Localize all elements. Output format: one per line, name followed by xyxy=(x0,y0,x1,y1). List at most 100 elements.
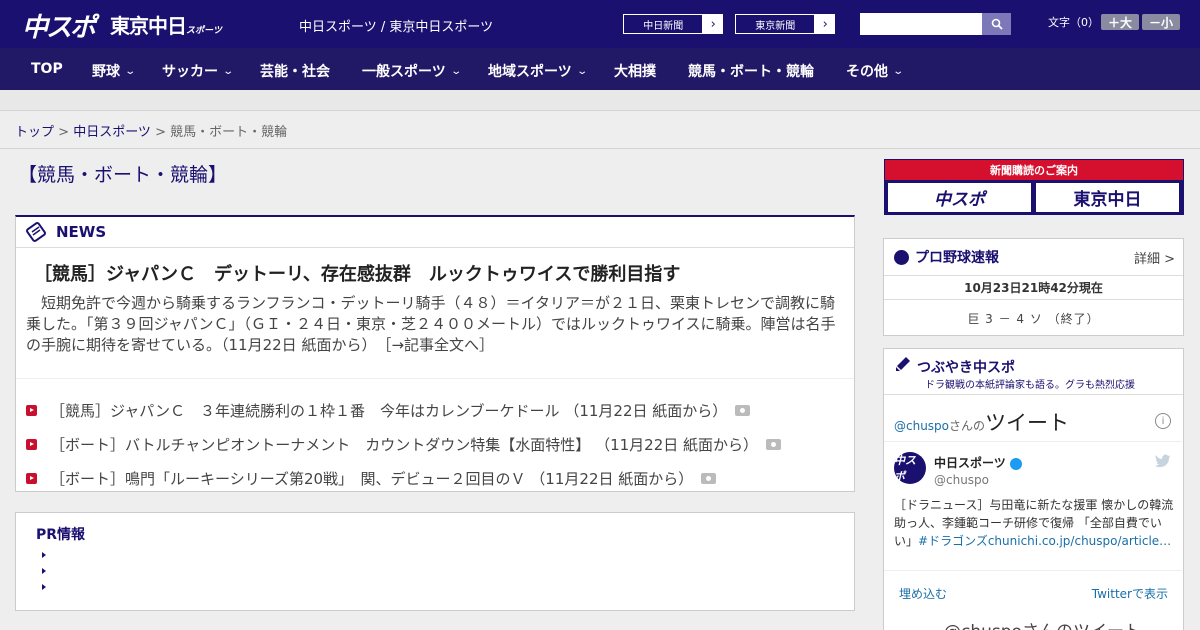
nav-label: TOP xyxy=(31,61,63,77)
baseball-header: プロ野球速報 詳細 > xyxy=(884,239,1183,276)
nav-local-sports[interactable]: 地域スポーツ ⌄ xyxy=(488,61,588,81)
tweet-text[interactable]: ［ドラニュース］与田竜に新たな援軍 懐かしの韓流助っ人、李鍾範コーチ研修で復帰 … xyxy=(894,496,1176,550)
nav-label: 野球 xyxy=(92,64,120,80)
nav-label: 大相撲 xyxy=(614,64,656,80)
view-on-twitter-link[interactable]: Twitterで表示 xyxy=(1092,585,1168,602)
tweet-account-link[interactable]: @chuspo xyxy=(894,419,949,433)
info-icon[interactable]: i xyxy=(1155,413,1171,429)
nav-general-sports[interactable]: 一般スポーツ ⌄ xyxy=(362,61,462,81)
tokyo-logo-text: 東京中日 xyxy=(110,14,187,38)
breadcrumb: トップ > 中日スポーツ > 競馬・ボート・競輪 xyxy=(15,121,287,140)
nav-label: その他 xyxy=(846,64,888,80)
nav-label: 芸能・社会 xyxy=(260,64,330,80)
nav-sumo[interactable]: 大相撲 xyxy=(614,61,656,81)
list-item[interactable]: ［ボート］バトルチャンピオントーナメント カウントダウン特集【水面特性】 （11… xyxy=(16,427,854,461)
newspaper-icon xyxy=(26,222,46,242)
tweet-author-label: 中日スポーツ xyxy=(934,456,1006,470)
page-title: 【競馬・ボート・競輪】 xyxy=(18,164,228,186)
pr-box: PR情報 xyxy=(15,512,855,611)
camera-icon xyxy=(735,404,751,416)
tweet-author-handle[interactable]: @chuspo xyxy=(934,473,989,487)
nav-soccer[interactable]: サッカー ⌄ xyxy=(162,61,235,81)
pr-title: PR情報 xyxy=(36,527,86,543)
font-size-small-button[interactable]: －小 xyxy=(1142,14,1180,30)
twitter-title: つぶやき中スポ xyxy=(917,360,1015,376)
chunichi-shimbun-button[interactable]: 中日新聞 › xyxy=(622,13,724,35)
chevron-down-icon: ⌄ xyxy=(576,65,588,77)
bullet-icon xyxy=(26,438,37,450)
list-item-text: ［ボート］バトルチャンピオントーナメント カウントダウン特集【水面特性】 （11… xyxy=(50,435,759,454)
camera-icon xyxy=(766,438,782,450)
chevron-down-icon: ⌄ xyxy=(450,65,462,77)
chunichi-shimbun-label: 中日新聞 xyxy=(623,14,704,34)
camera-icon xyxy=(701,472,717,484)
lead-article-title[interactable]: ［競馬］ジャパンＣ デットーリ、存在感抜群 ルックトゥワイスで勝利目指す xyxy=(34,260,680,286)
avatar[interactable]: 中スポ xyxy=(894,452,926,484)
nav-baseball[interactable]: 野球 ⌄ xyxy=(92,61,137,81)
chuspo-logo[interactable]: 中スポ xyxy=(22,7,96,44)
news-list: ［競馬］ジャパンＣ ３年連続勝利の１枠１番 今年はカレンブーケドール （11月2… xyxy=(16,393,854,495)
nav-label: 地域スポーツ xyxy=(488,64,572,80)
twitter-widget: つぶやき中スポ ドラ観戦の本紙評論家も語る。グラも熱烈応援 @chuspoさんの… xyxy=(883,348,1184,630)
tweet-author-name[interactable]: 中日スポーツ xyxy=(934,454,1022,471)
nav-label: サッカー xyxy=(162,64,218,80)
tweet-timeline-title: @chuspoさんのツイート xyxy=(894,407,1069,437)
nav-label: 競馬・ボート・競輪 xyxy=(688,64,814,80)
embed-link[interactable]: 埋め込む xyxy=(899,585,947,602)
baseball-time: 10月23日21時42分現在 xyxy=(884,276,1183,300)
breadcrumb-chuspo-link[interactable]: 中日スポーツ xyxy=(73,125,151,140)
news-header: NEWS xyxy=(16,217,854,248)
verified-icon xyxy=(1009,457,1022,470)
header-strip xyxy=(0,90,1200,111)
main-nav: TOP 野球 ⌄ サッカー ⌄ 芸能・社会 一般スポーツ ⌄ 地域スポーツ ⌄ 大相撲 … xyxy=(0,48,1200,90)
breadcrumb-sep: > xyxy=(150,125,171,140)
bullet-icon[interactable] xyxy=(42,568,46,574)
search-button[interactable] xyxy=(982,13,1011,35)
breadcrumb-sep: > xyxy=(54,125,74,140)
tokyo-logo-small: スポーツ xyxy=(186,26,222,36)
news-box: NEWS ［競馬］ジャパンＣ デットーリ、存在感抜群 ルックトゥワイスで勝利目指… xyxy=(15,215,855,492)
tokyo-shimbun-button[interactable]: 東京新聞 › xyxy=(734,13,836,35)
bullet-icon[interactable] xyxy=(42,584,46,590)
lead-article-body[interactable]: 短期免許で今週から騎乗するランフランコ・デットーリ騎手（４８）＝イタリア＝が２１… xyxy=(26,293,844,356)
bullet-icon[interactable] xyxy=(42,552,46,558)
chevron-down-icon: ⌄ xyxy=(124,65,137,77)
breadcrumb-top-link[interactable]: トップ xyxy=(15,125,54,140)
baseball-score[interactable]: 巨 3 － 4 ソ （終了） xyxy=(884,300,1183,337)
baseball-icon xyxy=(894,249,909,265)
nav-other[interactable]: その他 ⌄ xyxy=(846,61,904,81)
tweet-link[interactable]: #ドラゴンズchunichi.co.jp/chuspo/article… xyxy=(918,534,1171,548)
breadcrumb-current: 競馬・ボート・競輪 xyxy=(170,125,288,140)
tokyo-subscribe-logo[interactable]: 東京中日 xyxy=(1036,183,1179,212)
divider xyxy=(16,378,854,379)
subscription-title: 新聞購読のご案内 xyxy=(885,160,1183,180)
site-header: 中スポ 東京中日スポーツ 中日スポーツ / 東京中日スポーツ 中日新聞 › 東京… xyxy=(0,0,1200,48)
tweet-heading: ツイート xyxy=(985,411,1070,435)
nav-top[interactable]: TOP xyxy=(31,61,63,77)
font-size-label: 文字（0） xyxy=(1048,16,1099,29)
subscription-banner[interactable]: 新聞購読のご案内 中スポ 東京中日 xyxy=(884,159,1184,215)
chevron-down-icon: ⌄ xyxy=(222,65,235,77)
list-item[interactable]: ［ボート］鳴門「ルーキーシリーズ第20戦」 関、デビュー２回目のＶ （11月22… xyxy=(16,461,854,495)
bullet-icon xyxy=(26,404,37,416)
megaphone-icon xyxy=(896,357,910,371)
bullet-icon xyxy=(26,472,37,484)
nav-entertainment[interactable]: 芸能・社会 xyxy=(260,61,330,81)
more-tweets-heading: @chuspoさんのツイート xyxy=(944,617,1141,630)
list-item-text: ［ボート］鳴門「ルーキーシリーズ第20戦」 関、デビュー２回目のＶ （11月22… xyxy=(50,469,694,488)
list-item[interactable]: ［競馬］ジャパンＣ ３年連続勝利の１枠１番 今年はカレンブーケドール （11月2… xyxy=(16,393,854,427)
chevron-right-icon: › xyxy=(710,16,716,32)
search-input[interactable] xyxy=(860,13,982,35)
baseball-detail-link[interactable]: 詳細 > xyxy=(1134,248,1175,267)
nav-label: 一般スポーツ xyxy=(362,64,446,80)
font-size-large-button[interactable]: ＋大 xyxy=(1101,14,1139,30)
chevron-right-icon: › xyxy=(822,16,828,32)
site-names[interactable]: 中日スポーツ / 東京中日スポーツ xyxy=(299,16,493,35)
nav-racing[interactable]: 競馬・ボート・競輪 xyxy=(688,61,814,81)
tokyo-chunichi-logo[interactable]: 東京中日スポーツ xyxy=(110,10,222,39)
tweet-san: さんの xyxy=(949,419,986,433)
news-header-title: NEWS xyxy=(56,223,107,241)
chuspo-subscribe-logo[interactable]: 中スポ xyxy=(888,183,1031,212)
baseball-scoreboard: プロ野球速報 詳細 > 10月23日21時42分現在 巨 3 － 4 ソ （終了… xyxy=(883,238,1184,336)
twitter-bird-icon[interactable] xyxy=(1155,454,1171,472)
